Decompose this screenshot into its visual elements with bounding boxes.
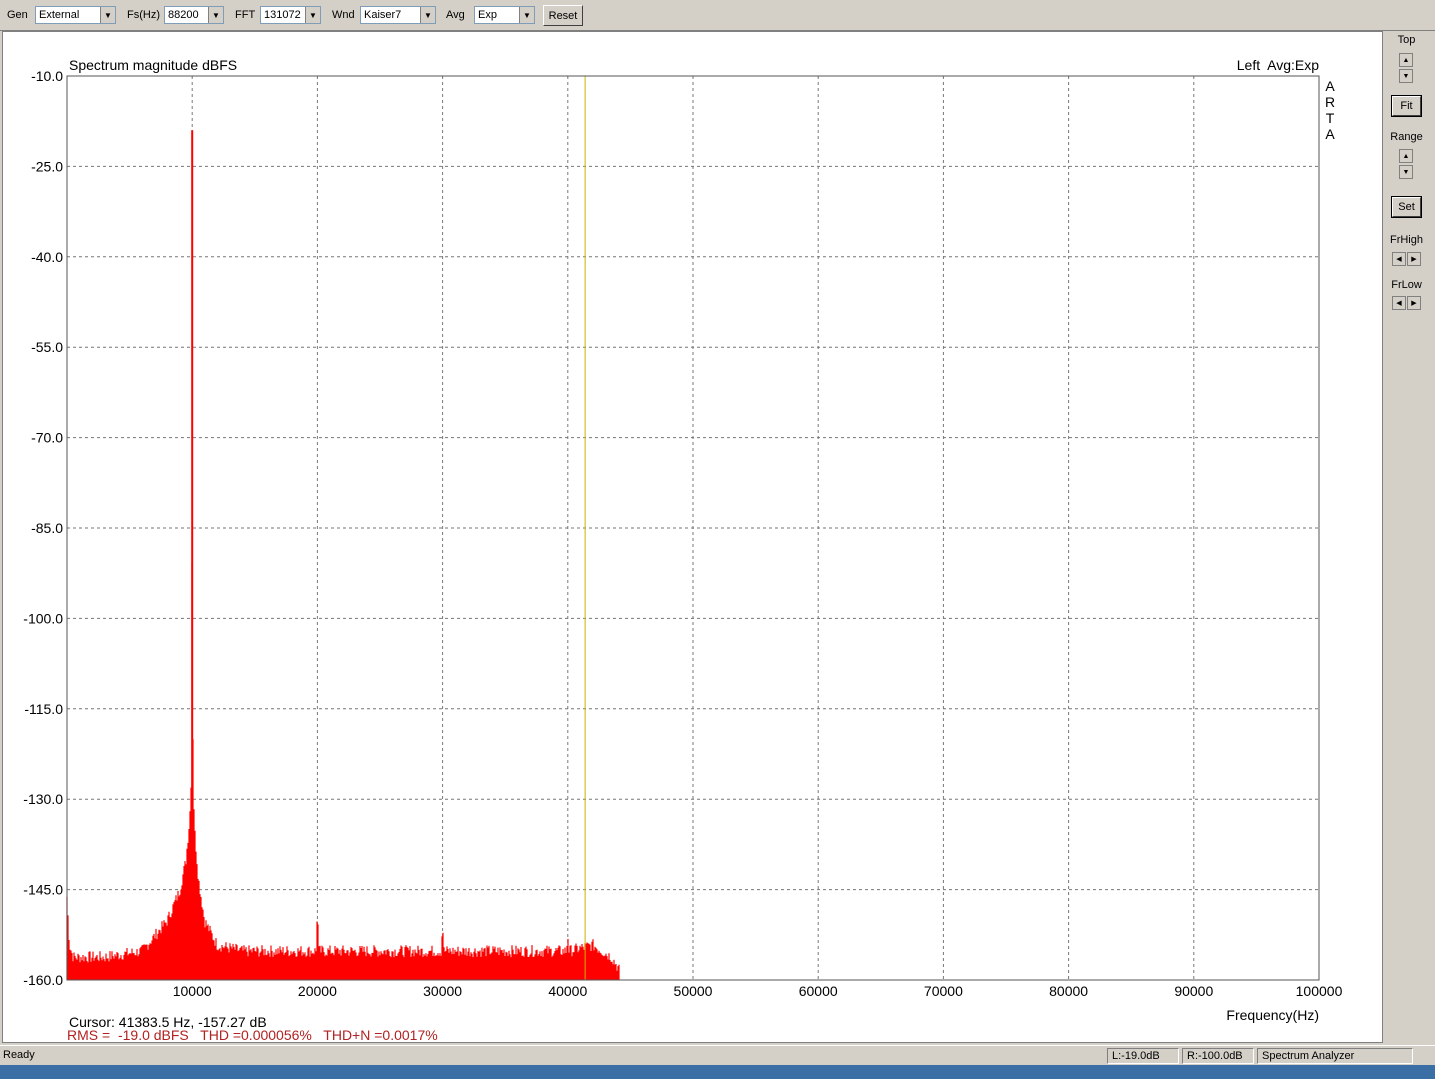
y-tick-label: -40.0 [31, 249, 63, 265]
y-tick-label: -70.0 [31, 430, 63, 446]
range-down-button[interactable]: ▼ [1399, 165, 1413, 179]
y-tick-label: -130.0 [23, 791, 63, 807]
brand-letter-r: R [1325, 94, 1335, 110]
x-tick-label: 30000 [423, 983, 462, 999]
gen-label: Gen [7, 9, 28, 21]
arrow-left-icon: ◀ [1396, 256, 1402, 263]
status-ready: Ready [3, 1049, 35, 1061]
arrow-right-icon: ▶ [1411, 300, 1417, 307]
wnd-value: Kaiser7 [364, 9, 402, 21]
x-tick-label: 10000 [173, 983, 212, 999]
arrow-down-icon: ▼ [1402, 72, 1410, 80]
fit-button[interactable]: Fit [1391, 95, 1422, 117]
gen-select[interactable]: External ▼ [35, 6, 116, 24]
channel-info: Left Avg:Exp [1237, 57, 1319, 73]
avg-select[interactable]: Exp ▼ [474, 6, 535, 24]
chevron-down-icon[interactable]: ▼ [519, 7, 534, 23]
fs-label: Fs(Hz) [127, 9, 160, 21]
wnd-select[interactable]: Kaiser7 ▼ [360, 6, 436, 24]
measurement-readout: RMS = -19.0 dBFS THD =0.000056% THD+N =0… [67, 1027, 438, 1042]
frlow-label: FrLow [1391, 279, 1422, 291]
status-left-level: L:-19.0dB [1107, 1048, 1179, 1064]
brand-letter-a2: A [1325, 126, 1335, 142]
brand-letter-a1: A [1325, 78, 1335, 94]
frlow-right-button[interactable]: ▶ [1407, 296, 1421, 310]
right-panel: Top ▲ ▼ Fit Range ▲ ▼ Set FrHigh ◀ ▶ FrL… [1384, 31, 1435, 1043]
frhigh-left-button[interactable]: ◀ [1392, 252, 1406, 266]
reset-button[interactable]: Reset [543, 5, 583, 26]
taskbar [0, 1065, 1435, 1079]
arrow-up-icon: ▲ [1402, 56, 1410, 64]
status-right-level: R:-100.0dB [1182, 1048, 1254, 1064]
fft-select[interactable]: 131072 ▼ [260, 6, 321, 24]
frhigh-right-button[interactable]: ▶ [1407, 252, 1421, 266]
avg-value: Exp [478, 9, 497, 21]
status-mode: Spectrum Analyzer [1257, 1048, 1413, 1064]
y-tick-label: -10.0 [31, 68, 63, 84]
top-label: Top [1397, 34, 1416, 46]
arrow-down-icon: ▼ [1402, 168, 1410, 176]
wnd-label: Wnd [332, 9, 355, 21]
toolbar: Gen External ▼ Fs(Hz) 88200 ▼ FFT 131072… [0, 0, 1435, 31]
range-up-button[interactable]: ▲ [1399, 149, 1413, 163]
fft-label: FFT [235, 9, 256, 21]
y-tick-label: -100.0 [23, 610, 63, 626]
x-tick-label: 70000 [924, 983, 963, 999]
x-tick-label: 60000 [799, 983, 838, 999]
x-tick-label: 100000 [1296, 983, 1343, 999]
x-tick-label: 50000 [674, 983, 713, 999]
frlow-left-button[interactable]: ◀ [1392, 296, 1406, 310]
y-tick-label: -85.0 [31, 520, 63, 536]
fft-value: 131072 [264, 9, 301, 21]
x-tick-label: 20000 [298, 983, 337, 999]
chevron-down-icon[interactable]: ▼ [208, 7, 223, 23]
top-up-button[interactable]: ▲ [1399, 53, 1413, 67]
brand-letter-t: T [1326, 110, 1335, 126]
x-tick-label: 80000 [1049, 983, 1088, 999]
frhigh-label: FrHigh [1389, 234, 1423, 246]
arrow-left-icon: ◀ [1396, 300, 1402, 307]
x-tick-label: 40000 [548, 983, 587, 999]
y-tick-label: -25.0 [31, 158, 63, 174]
status-bar: Ready L:-19.0dB R:-100.0dB Spectrum Anal… [0, 1045, 1435, 1066]
x-axis-label: Frequency(Hz) [1226, 1007, 1319, 1023]
spectrum-chart[interactable]: -10.0 -25.0 -40.0 -55.0 -70.0 -85.0 -100.0 -115… [3, 32, 1382, 1043]
set-button[interactable]: Set [1391, 196, 1422, 218]
y-tick-label: -160.0 [23, 972, 63, 988]
chevron-down-icon[interactable]: ▼ [100, 7, 115, 23]
top-down-button[interactable]: ▼ [1399, 69, 1413, 83]
x-tick-label: 90000 [1174, 983, 1213, 999]
chart-title: Spectrum magnitude dBFS [69, 57, 237, 73]
chevron-down-icon[interactable]: ▼ [420, 7, 435, 23]
chevron-down-icon[interactable]: ▼ [305, 7, 320, 23]
plot-area[interactable]: -10.0 -25.0 -40.0 -55.0 -70.0 -85.0 -100.0 -115… [2, 31, 1383, 1043]
fs-select[interactable]: 88200 ▼ [164, 6, 224, 24]
fs-value: 88200 [168, 9, 199, 21]
range-label: Range [1390, 131, 1423, 143]
y-tick-label: -115.0 [24, 701, 63, 717]
chart-background [3, 32, 1382, 1042]
avg-label: Avg [446, 9, 465, 21]
y-tick-label: -145.0 [23, 882, 63, 898]
arrow-up-icon: ▲ [1402, 152, 1410, 160]
y-tick-label: -55.0 [31, 339, 63, 355]
gen-value: External [39, 9, 80, 21]
arrow-right-icon: ▶ [1411, 256, 1417, 263]
